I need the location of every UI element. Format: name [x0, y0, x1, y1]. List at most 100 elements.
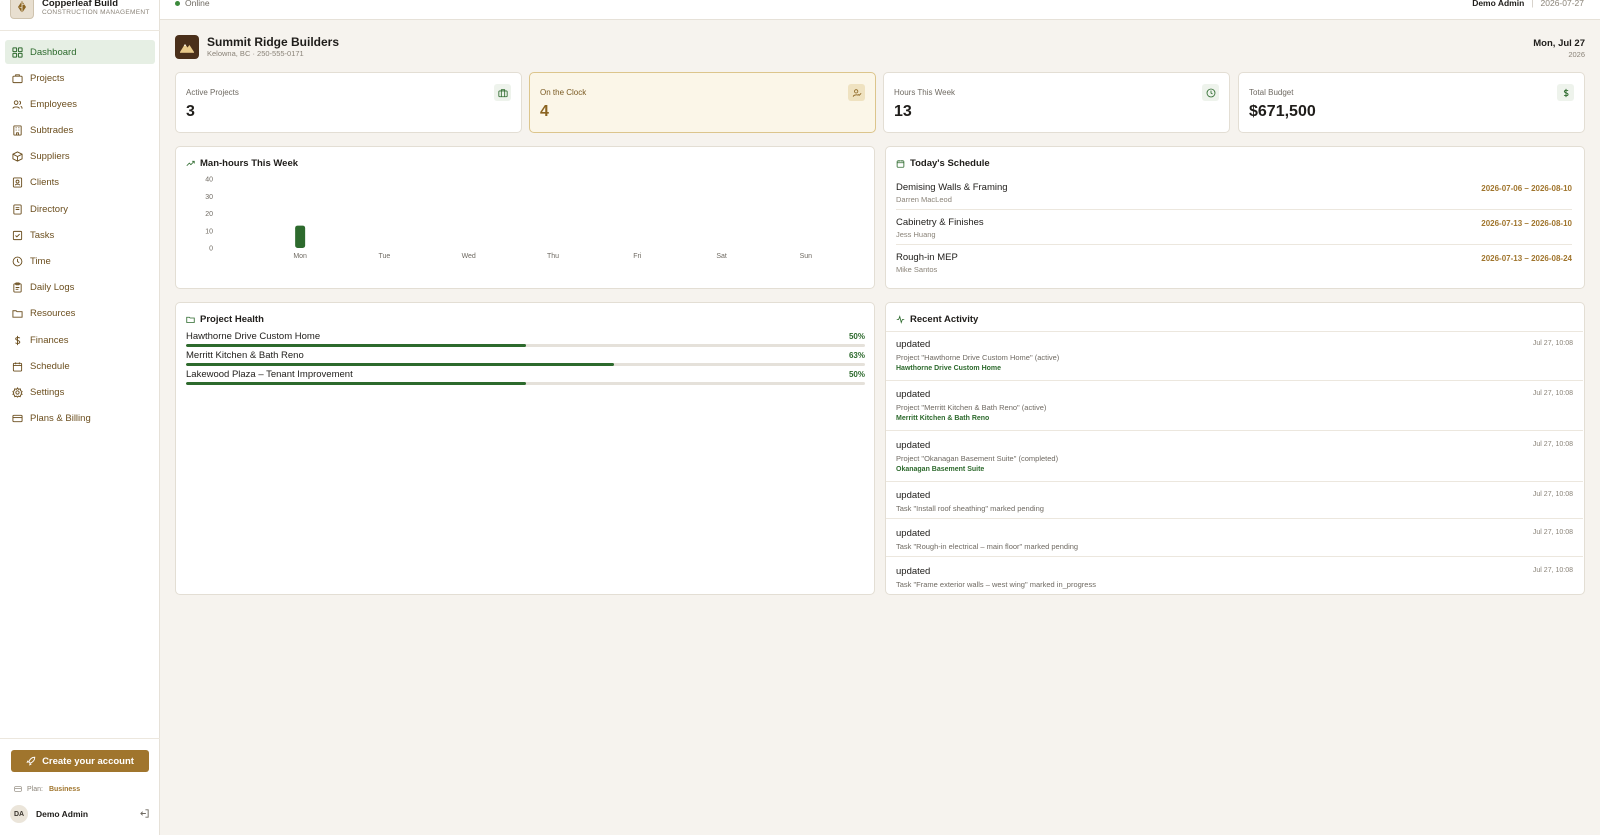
- schedule-assignee: Mike Santos: [896, 265, 938, 274]
- activity-project-link[interactable]: Okanagan Basement Suite: [896, 466, 984, 473]
- divider: [886, 518, 1583, 519]
- project-health-row[interactable]: Merritt Kitchen & Bath Reno 63%: [186, 350, 865, 368]
- sidebar-item-label: Dashboard: [30, 46, 77, 58]
- activity-project-link[interactable]: Merritt Kitchen & Bath Reno: [896, 415, 989, 422]
- sidebar-item-label: Tasks: [30, 229, 55, 241]
- stat-value: 3: [186, 103, 195, 120]
- company-logo: [175, 35, 199, 59]
- activity-item[interactable]: updated Task "Frame exterior walls – wes…: [886, 566, 1583, 596]
- calendar-icon: [12, 361, 23, 372]
- connection-status: Online: [175, 0, 210, 8]
- sidebar-item-label: Clients: [30, 177, 60, 189]
- activity-icon: [896, 315, 905, 324]
- sidebar-item-dashboard[interactable]: Dashboard: [5, 40, 155, 64]
- activity-item[interactable]: updated Task "Rough-in electrical – main…: [886, 528, 1583, 558]
- schedule-task-name: Cabinetry & Finishes: [896, 217, 984, 228]
- sidebar-item-projects[interactable]: Projects: [5, 66, 155, 90]
- sidebar-item-label: Subtrades: [30, 125, 74, 137]
- stat-card-hours-this-week[interactable]: Hours This Week 13: [883, 72, 1230, 133]
- sidebar-item-subtrades[interactable]: Subtrades: [5, 119, 155, 143]
- project-health-row[interactable]: Lakewood Plaza – Tenant Improvement 50%: [186, 369, 865, 387]
- plan-value[interactable]: Business: [49, 786, 80, 793]
- stat-card-total-budget[interactable]: Total Budget $671,500: [1238, 72, 1585, 133]
- brand[interactable]: Copperleaf Build CONSTRUCTION MANAGEMENT: [10, 0, 150, 20]
- stat-card-on-the-clock[interactable]: On the Clock 4: [529, 72, 876, 133]
- user-profile[interactable]: DA Demo Admin: [10, 804, 150, 824]
- topbar-user-info: Demo Admin | 2026-07-27: [1472, 0, 1584, 8]
- user-name: Demo Admin: [36, 809, 89, 819]
- sidebar-footer-divider: [0, 738, 160, 739]
- schedule-item[interactable]: Cabinetry & Finishes Jess Huang 2026-07-…: [896, 217, 1572, 252]
- sidebar-item-finances[interactable]: Finances: [5, 328, 155, 352]
- schedule-dates: 2026-07-06 – 2026-08-10: [1481, 184, 1572, 193]
- checkbox-icon: [12, 230, 23, 241]
- project-percent: 50%: [848, 332, 865, 341]
- sidebar-item-tasks[interactable]: Tasks: [5, 223, 155, 247]
- status-dot: [175, 0, 180, 6]
- manhours-chart: 0 10 20 30 40 Mon Tue Wed Thu Fri Sat Sun: [205, 177, 812, 261]
- progress-track: [186, 382, 865, 385]
- divider: [886, 380, 1583, 381]
- sidebar-item-directory[interactable]: Directory: [5, 197, 155, 221]
- today-date-main: Mon, Jul 27: [1533, 38, 1585, 49]
- activity-item[interactable]: updated Project "Hawthorne Drive Custom …: [886, 339, 1583, 381]
- activity-item[interactable]: updated Project "Merritt Kitchen & Bath …: [886, 389, 1583, 431]
- create-account-label: Create your account: [42, 755, 134, 767]
- divider: [886, 430, 1583, 431]
- activity-item[interactable]: updated Project "Okanagan Basement Suite…: [886, 440, 1583, 482]
- activity-time: Jul 27, 10:08: [1532, 529, 1573, 536]
- progress-track: [186, 363, 865, 366]
- sidebar-item-schedule[interactable]: Schedule: [5, 354, 155, 378]
- project-health-row[interactable]: Hawthorne Drive Custom Home 50%: [186, 331, 865, 349]
- sidebar-item-label: Finances: [30, 334, 69, 346]
- x-tick-label: Wed: [462, 253, 476, 260]
- create-account-button[interactable]: Create your account: [11, 750, 149, 772]
- activity-time: Jul 27, 10:08: [1532, 567, 1573, 574]
- clipboard-icon: [12, 282, 23, 293]
- sidebar-item-resources[interactable]: Resources: [5, 302, 155, 326]
- sidebar-item-employees[interactable]: Employees: [5, 92, 155, 116]
- sidebar-item-label: Time: [30, 256, 51, 267]
- x-tick-label: Thu: [547, 253, 559, 260]
- recent-activity-panel: Recent Activity updated Project "Hawthor…: [885, 302, 1585, 595]
- stat-value: 13: [894, 103, 912, 120]
- activity-description: Task "Frame exterior walls – west wing" …: [896, 580, 1096, 589]
- project-name: Merritt Kitchen & Bath Reno: [186, 350, 304, 361]
- x-tick-label: Mon: [293, 253, 307, 260]
- stat-card-active-projects[interactable]: Active Projects 3: [175, 72, 522, 133]
- dollar-icon: [1557, 84, 1574, 101]
- brand-subtitle: CONSTRUCTION MANAGEMENT: [42, 8, 150, 16]
- divider: [886, 331, 1583, 332]
- stat-label: On the Clock: [540, 88, 587, 97]
- activity-item[interactable]: updated Task "Install roof sheathing" ma…: [886, 490, 1583, 520]
- panel-title: Project Health: [186, 314, 264, 325]
- activity-time: Jul 27, 10:08: [1532, 340, 1573, 347]
- activity-action: updated: [896, 528, 931, 539]
- topbar-user[interactable]: Demo Admin: [1472, 0, 1524, 8]
- dashboard-icon: [12, 46, 23, 58]
- dollar-icon: [12, 335, 23, 346]
- chart-bar[interactable]: [295, 225, 306, 248]
- sidebar-item-plans-billing[interactable]: Plans & Billing: [5, 407, 155, 431]
- schedule-item[interactable]: Demising Walls & Framing Darren MacLeod …: [896, 182, 1572, 217]
- divider: [896, 209, 1572, 210]
- sidebar-item-daily-logs[interactable]: Daily Logs: [5, 276, 155, 300]
- sidebar-item-clients[interactable]: Clients: [5, 171, 155, 195]
- stat-label: Active Projects: [186, 88, 239, 97]
- avatar: DA: [10, 805, 28, 823]
- sidebar-item-settings[interactable]: Settings: [5, 380, 155, 404]
- sidebar-item-time[interactable]: Time: [5, 250, 155, 274]
- today-date-year: 2026: [1568, 50, 1585, 59]
- book-icon: [12, 204, 23, 215]
- divider: [886, 556, 1583, 557]
- activity-project-link[interactable]: Hawthorne Drive Custom Home: [896, 365, 1001, 372]
- project-name: Lakewood Plaza – Tenant Improvement: [186, 369, 353, 380]
- briefcase-icon: [494, 84, 511, 101]
- status-label: Online: [185, 0, 210, 8]
- gear-icon: [12, 387, 23, 398]
- activity-description: Project "Merritt Kitchen & Bath Reno" (a…: [896, 403, 1047, 412]
- schedule-item[interactable]: Rough-in MEP Mike Santos 2026-07-13 – 20…: [896, 252, 1572, 287]
- sidebar-item-suppliers[interactable]: Suppliers: [5, 145, 155, 169]
- activity-description: Project "Hawthorne Drive Custom Home" (a…: [896, 353, 1060, 362]
- logout-icon[interactable]: [139, 808, 150, 819]
